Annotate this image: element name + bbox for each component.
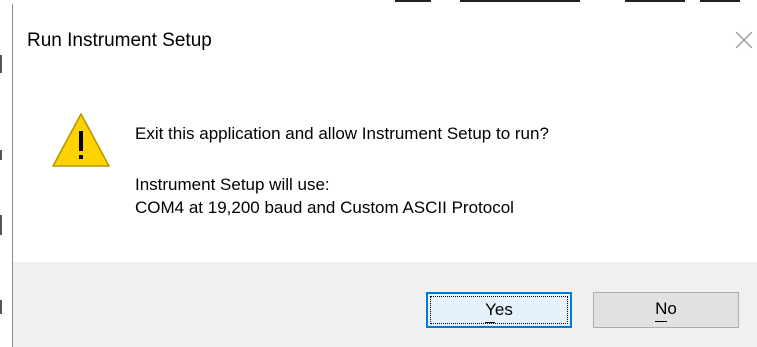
dialog-question: Exit this application and allow Instrume… (135, 124, 549, 143)
dialog-title: Run Instrument Setup (27, 30, 212, 51)
dialog-uses-label: Instrument Setup will use: (135, 175, 330, 194)
background-window-edge (0, 0, 12, 347)
mnemonic-underline (655, 321, 668, 322)
no-button[interactable]: No (593, 292, 739, 328)
mnemonic-underline (485, 322, 496, 323)
close-icon[interactable] (732, 28, 756, 52)
message-dialog: Run Instrument Setup Exit this applicati… (12, 4, 757, 347)
no-button-label: No (655, 299, 677, 318)
warning-icon (50, 111, 112, 169)
dialog-button-bar: Yes No (13, 262, 757, 347)
yes-button[interactable]: Yes (426, 292, 572, 328)
dialog-config-text: COM4 at 19,200 baud and Custom ASCII Pro… (135, 198, 514, 217)
yes-button-label: Yes (485, 300, 513, 319)
